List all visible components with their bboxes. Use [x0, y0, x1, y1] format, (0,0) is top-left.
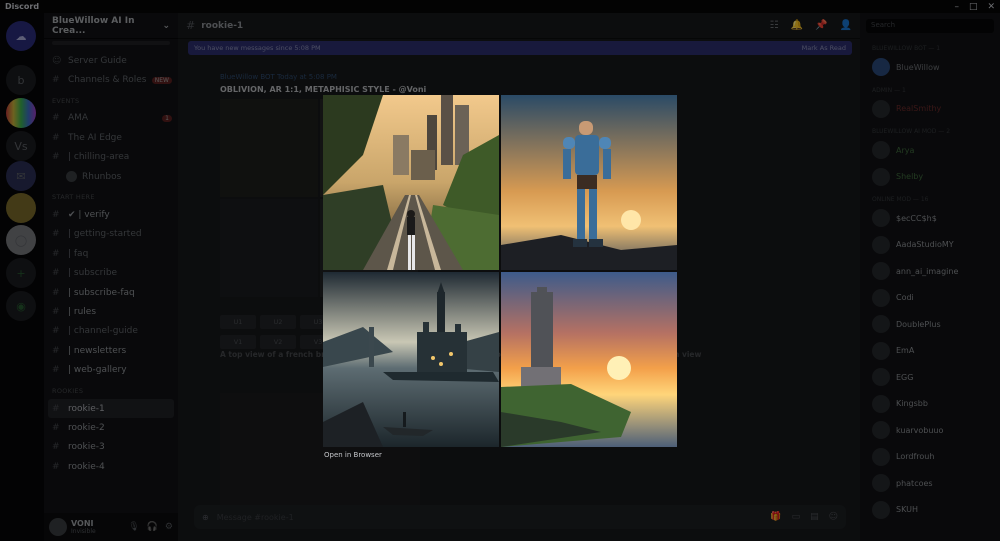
- sunset-tower-image[interactable]: [501, 272, 677, 447]
- image-viewer[interactable]: [323, 95, 677, 447]
- open-in-browser-link[interactable]: Open in Browser: [324, 451, 382, 459]
- railway-city-image[interactable]: [323, 95, 499, 270]
- armored-warrior-image[interactable]: [501, 95, 677, 270]
- dark-castle-lake-image[interactable]: [323, 272, 499, 447]
